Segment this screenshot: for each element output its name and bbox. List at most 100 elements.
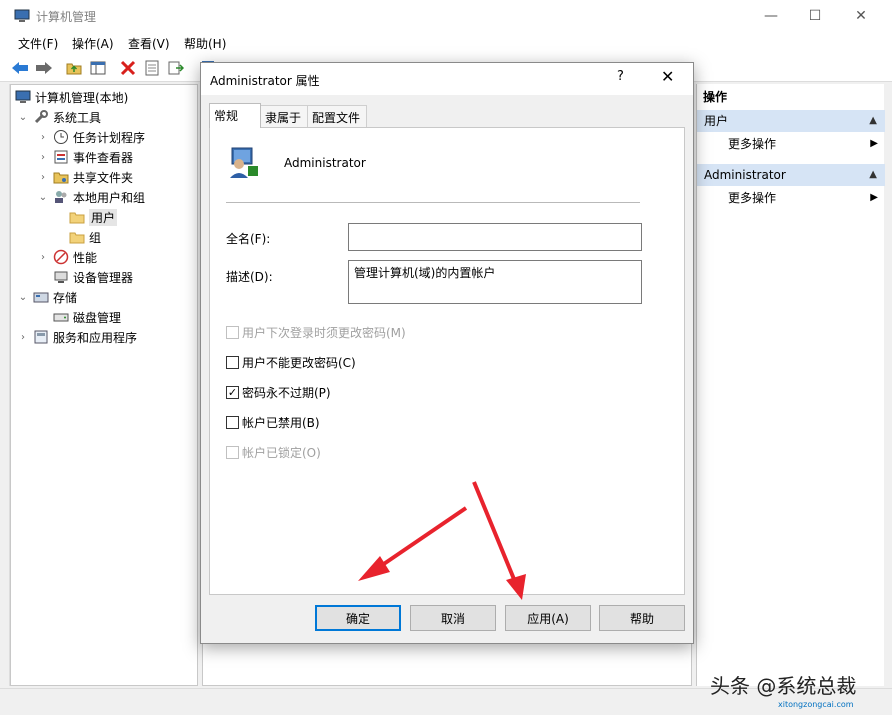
computer-management-icon bbox=[14, 9, 30, 22]
dialog-title-bar: Administrator 属性 ? ✕ bbox=[201, 63, 693, 95]
checkbox-label: 帐户已禁用(B) bbox=[242, 416, 320, 430]
more-actions-administrator[interactable]: 更多操作 ▶ bbox=[728, 188, 878, 208]
help-question-icon[interactable]: ? bbox=[617, 69, 624, 84]
properties-icon[interactable] bbox=[142, 58, 162, 78]
checkbox-password-never-expires[interactable]: ✓ 密码永不过期(P) bbox=[226, 384, 331, 401]
description-label: 描述(D): bbox=[226, 270, 273, 284]
tree-item-label: 性能 bbox=[73, 250, 98, 265]
minimize-button[interactable]: — bbox=[748, 0, 794, 32]
collapse-up-icon[interactable]: ▲ bbox=[869, 110, 877, 132]
description-field[interactable]: 管理计算机(域)的内置帐户 bbox=[348, 260, 642, 304]
checkbox-account-locked[interactable]: 帐户已锁定(O) bbox=[226, 444, 321, 461]
tree-item-local-users-groups[interactable]: ⌄ 本地用户和组 bbox=[37, 187, 145, 207]
navigation-tree: 计算机管理(本地) ⌄ 系统工具 › 任务计划程序 › 事件查看器 › 共享文件… bbox=[10, 84, 198, 686]
up-folder-icon[interactable] bbox=[64, 58, 84, 78]
services-icon bbox=[34, 330, 48, 344]
delete-icon[interactable] bbox=[118, 58, 138, 78]
checkbox-unchecked-icon bbox=[226, 326, 239, 339]
tree-item-label: 用户 bbox=[89, 208, 118, 226]
tree-item-label: 磁盘管理 bbox=[73, 310, 122, 325]
tree-item-services-apps[interactable]: › 服务和应用程序 bbox=[17, 327, 137, 347]
tree-item-users[interactable]: 用户 bbox=[69, 207, 118, 227]
tools-icon bbox=[34, 110, 48, 124]
tree-item-performance[interactable]: › 性能 bbox=[37, 247, 97, 267]
checkbox-account-disabled[interactable]: 帐户已禁用(B) bbox=[226, 414, 320, 431]
tree-item-storage[interactable]: ⌄ 存储 bbox=[17, 287, 77, 307]
event-viewer-icon bbox=[54, 150, 68, 164]
divider bbox=[226, 202, 640, 203]
dialog-close-icon[interactable]: ✕ bbox=[661, 67, 674, 86]
maximize-button[interactable]: ☐ bbox=[792, 0, 838, 32]
tree-item-label: 事件查看器 bbox=[73, 150, 134, 165]
cancel-button[interactable]: 取消 bbox=[410, 605, 496, 631]
tree-item-root[interactable]: 计算机管理(本地) bbox=[15, 87, 128, 107]
menu-view[interactable]: 查看(V) bbox=[128, 35, 170, 52]
tree-item-device-manager[interactable]: 设备管理器 bbox=[53, 267, 133, 287]
forward-arrow-icon[interactable] bbox=[34, 58, 54, 78]
tree-item-system-tools[interactable]: ⌄ 系统工具 bbox=[17, 107, 101, 127]
help-button[interactable]: 帮助 bbox=[599, 605, 685, 631]
users-group-icon bbox=[55, 191, 67, 203]
submenu-arrow-icon: ▶ bbox=[870, 192, 878, 203]
title-bar: 计算机管理 — ☐ ✕ bbox=[0, 0, 892, 32]
account-username: Administrator bbox=[284, 156, 366, 170]
dialog-title: Administrator 属性 bbox=[210, 74, 320, 88]
watermark-site: xitongzongcai.com bbox=[778, 700, 854, 709]
menu-action[interactable]: 操作(A) bbox=[72, 35, 114, 52]
chevron-right-icon[interactable]: › bbox=[37, 152, 49, 163]
export-list-icon[interactable] bbox=[166, 58, 186, 78]
tree-item-task-scheduler[interactable]: › 任务计划程序 bbox=[37, 127, 145, 147]
tree-item-label: 任务计划程序 bbox=[73, 130, 146, 145]
no-entry-performance-icon bbox=[53, 249, 69, 265]
checkbox-unchecked-icon bbox=[226, 356, 239, 369]
menu-file[interactable]: 文件(F) bbox=[18, 35, 58, 52]
chevron-down-icon[interactable]: ⌄ bbox=[17, 292, 29, 303]
tree-item-label: 本地用户和组 bbox=[73, 190, 146, 205]
tab-member-of[interactable]: 隶属于 bbox=[260, 105, 308, 127]
checkbox-label: 用户下次登录时须更改密码(M) bbox=[242, 326, 406, 340]
fullname-field[interactable] bbox=[348, 223, 642, 251]
actions-section-users[interactable]: 用户 ▲ bbox=[697, 110, 885, 132]
tree-item-groups[interactable]: 组 bbox=[69, 227, 101, 247]
shared-folder-icon bbox=[53, 172, 69, 184]
chevron-down-icon[interactable]: ⌄ bbox=[17, 112, 29, 123]
chevron-right-icon[interactable]: › bbox=[17, 332, 29, 343]
tree-item-shared-folders[interactable]: › 共享文件夹 bbox=[37, 167, 133, 187]
tree-item-disk-management[interactable]: 磁盘管理 bbox=[53, 307, 121, 327]
general-tab-panel: Administrator 全名(F): 描述(D): 管理计算机(域)的内置帐… bbox=[209, 127, 685, 595]
checkbox-must-change-password[interactable]: 用户下次登录时须更改密码(M) bbox=[226, 324, 406, 341]
checkbox-unchecked-icon bbox=[226, 416, 239, 429]
chevron-right-icon[interactable]: › bbox=[37, 172, 49, 183]
close-window-button[interactable]: ✕ bbox=[838, 0, 884, 32]
tree-item-label: 服务和应用程序 bbox=[53, 330, 138, 345]
watermark-text: 头条 @系统总裁 bbox=[710, 674, 857, 698]
checkbox-label: 密码永不过期(P) bbox=[242, 386, 331, 400]
actions-section-administrator[interactable]: Administrator ▲ bbox=[697, 164, 885, 186]
tree-item-label: 共享文件夹 bbox=[73, 170, 134, 185]
chevron-right-icon[interactable]: › bbox=[37, 252, 49, 263]
menu-bar: 文件(F) 操作(A) 查看(V) 帮助(H) bbox=[0, 32, 892, 54]
checkbox-cannot-change-password[interactable]: 用户不能更改密码(C) bbox=[226, 354, 356, 371]
back-arrow-icon[interactable] bbox=[10, 58, 30, 78]
menu-help[interactable]: 帮助(H) bbox=[184, 35, 226, 52]
chevron-right-icon[interactable]: › bbox=[37, 132, 49, 143]
section-title: 用户 bbox=[704, 114, 729, 128]
tab-profile[interactable]: 配置文件 bbox=[307, 105, 367, 127]
chevron-down-icon[interactable]: ⌄ bbox=[37, 192, 49, 203]
tree-item-label: 组 bbox=[89, 230, 102, 245]
more-actions-label: 更多操作 bbox=[728, 191, 777, 205]
tab-general[interactable]: 常规 bbox=[209, 103, 261, 128]
storage-icon bbox=[33, 292, 49, 303]
submenu-arrow-icon: ▶ bbox=[870, 138, 878, 149]
section-title: Administrator bbox=[704, 168, 786, 182]
window-title: 计算机管理 bbox=[36, 10, 97, 24]
collapse-up-icon[interactable]: ▲ bbox=[869, 164, 877, 186]
apply-button[interactable]: 应用(A) bbox=[505, 605, 591, 631]
more-actions-label: 更多操作 bbox=[728, 137, 777, 151]
show-hide-tree-icon[interactable] bbox=[88, 58, 108, 78]
actions-pane: 操作 用户 ▲ 更多操作 ▶ Administrator ▲ 更多操作 ▶ bbox=[696, 84, 885, 686]
ok-button[interactable]: 确定 bbox=[315, 605, 401, 631]
tree-item-event-viewer[interactable]: › 事件查看器 bbox=[37, 147, 133, 167]
more-actions-users[interactable]: 更多操作 ▶ bbox=[728, 134, 878, 154]
checkbox-unchecked-icon bbox=[226, 446, 239, 459]
